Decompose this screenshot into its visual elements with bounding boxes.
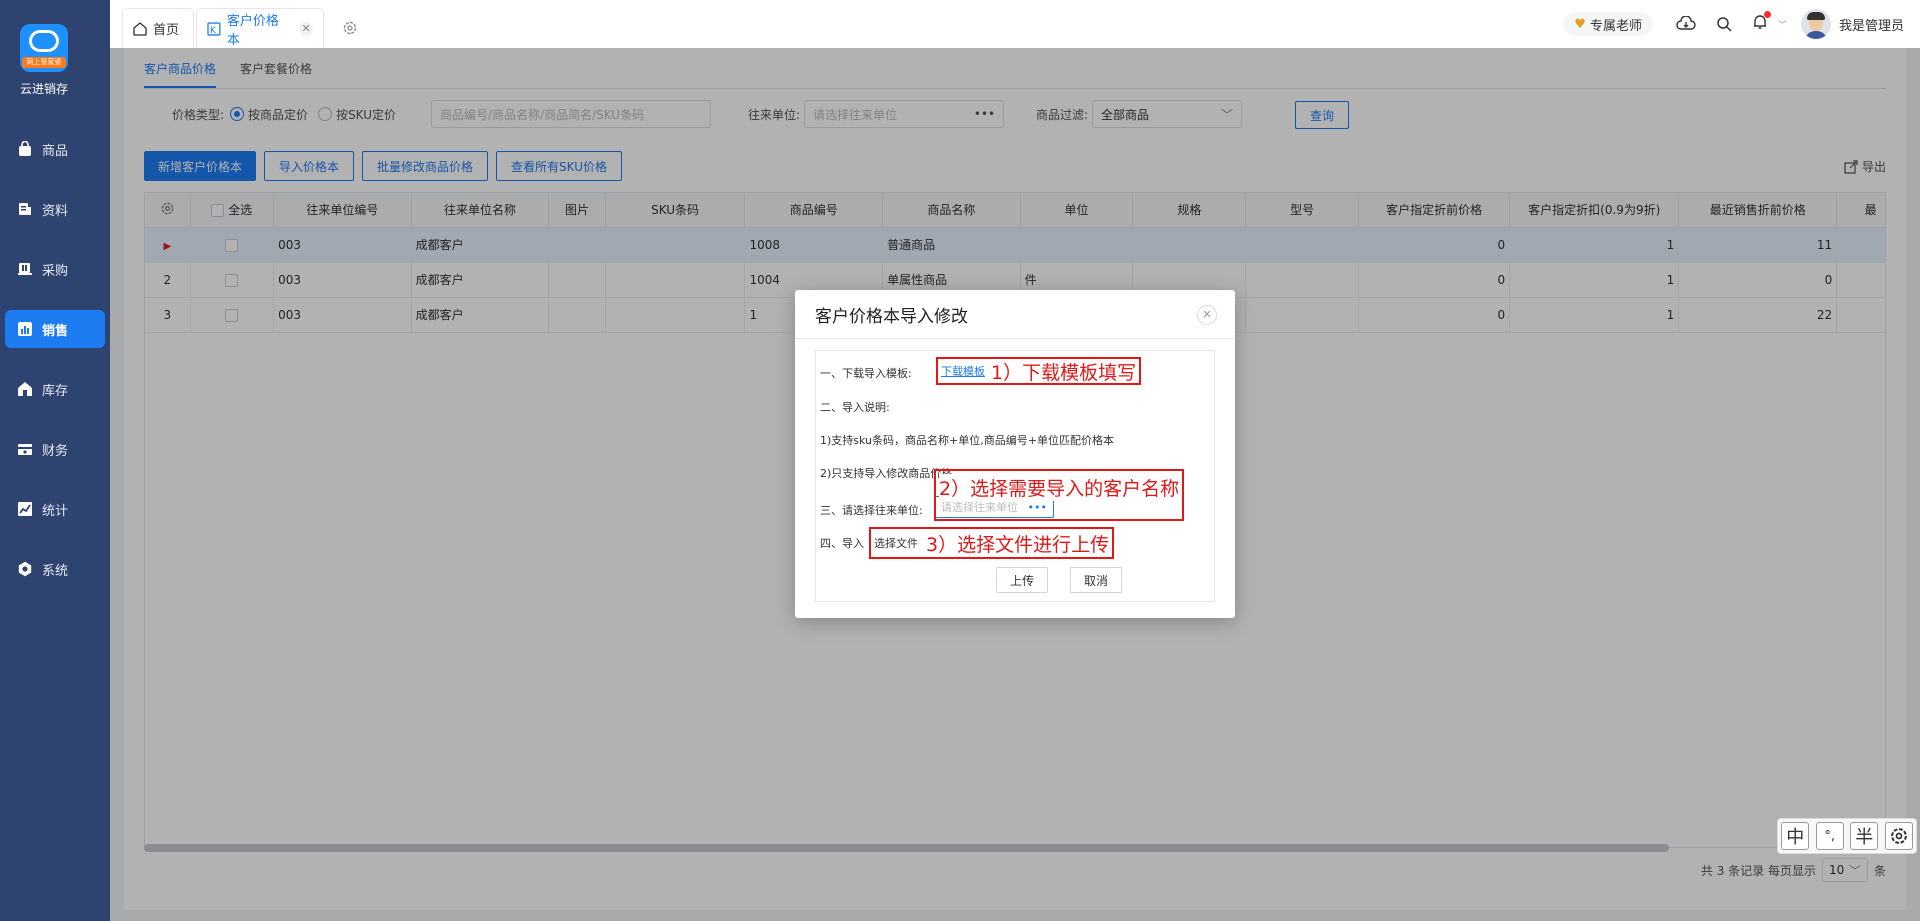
annotation-upload: 选择文件 3）选择文件进行上传 xyxy=(869,527,1115,559)
step-instructions: 二、导入说明: xyxy=(820,401,890,414)
close-icon[interactable]: ✕ xyxy=(299,21,313,36)
chevron-down-icon[interactable]: ﹀ xyxy=(1778,18,1787,31)
gear-icon xyxy=(18,561,32,577)
teacher-label: 专属老师 xyxy=(1589,18,1642,34)
medal-icon: ♥ xyxy=(1574,16,1586,32)
sidebar: 网上管家婆 云进销存 商品 资料 采购 销售 库存 财务 统计 系统 xyxy=(0,0,110,921)
instruction-note-2: 2)只支持导入修改商品价格 xyxy=(820,467,953,480)
sidebar-item-label: 采购 xyxy=(42,263,69,279)
search-icon[interactable] xyxy=(1716,16,1732,32)
home-icon xyxy=(133,21,147,36)
cloud-icon xyxy=(29,30,59,52)
sidebar-item-finance[interactable]: 财务 xyxy=(5,430,105,468)
annotation-text: 3）选择文件进行上传 xyxy=(926,533,1110,556)
step-select-unit: 三、请选择往来单位: xyxy=(820,504,923,517)
svg-text:K: K xyxy=(210,25,216,35)
brand-name: 云进销存 xyxy=(19,82,68,96)
annotation-text: 1）下载模板填写 xyxy=(991,361,1137,384)
gear-icon xyxy=(1890,828,1907,844)
sidebar-item-label: 统计 xyxy=(42,503,69,519)
close-icon[interactable]: ✕ xyxy=(1197,305,1217,325)
ime-settings-gear-icon[interactable] xyxy=(1884,822,1913,850)
topbar-right: ♥ 专属老师 ﹀ 我是管理员 xyxy=(1564,0,1920,48)
sidebar-item-purchase[interactable]: 采购 xyxy=(5,250,105,288)
ime-chinese-toggle[interactable]: 中 xyxy=(1781,822,1810,850)
document-icon xyxy=(19,203,31,215)
annotation-select-customer: 2）选择需要导入的客户名称 xyxy=(934,469,1185,521)
bag-icon xyxy=(19,141,31,156)
sidebar-item-stats[interactable]: 统计 xyxy=(5,490,105,528)
chart-icon xyxy=(18,322,32,336)
cloud-download-icon[interactable] xyxy=(1676,16,1696,32)
step-import: 四、导入 xyxy=(820,537,864,550)
exclusive-teacher-button[interactable]: ♥ 专属老师 xyxy=(1564,12,1652,36)
price-book-icon: K xyxy=(207,21,221,35)
sidebar-item-label: 系统 xyxy=(42,563,69,579)
finance-icon xyxy=(18,444,32,455)
sidebar-item-label: 库存 xyxy=(42,383,69,399)
sidebar-item-sales[interactable]: 销售 xyxy=(5,310,105,348)
notification-dot xyxy=(1763,11,1771,18)
tab-home[interactable]: 首页 xyxy=(122,8,194,48)
sidebar-item-goods[interactable]: 商品 xyxy=(5,130,105,168)
warehouse-icon xyxy=(18,382,32,396)
dialog-body: 一、下载导入模板: 下载模板 1）下载模板填写 二、导入说明: 1)支持sku条… xyxy=(815,350,1215,602)
purchase-icon xyxy=(18,263,32,275)
tab-label: 客户价格本 xyxy=(226,13,279,48)
ime-toolbar: 中 °, 半 xyxy=(1777,818,1917,854)
app-logo[interactable]: 网上管家婆 xyxy=(20,24,68,72)
instruction-note-1: 1)支持sku条码，商品名称+单位,商品编号+单位匹配价格本 xyxy=(820,434,1114,447)
sidebar-item-data[interactable]: 资料 xyxy=(5,190,105,228)
import-dialog: 客户价格本导入修改 ✕ 一、下载导入模板: 下载模板 1）下载模板填写 二、导入… xyxy=(795,290,1235,618)
tab-customer-price-book[interactable]: K 客户价格本 ✕ xyxy=(196,8,324,48)
step-label: 一、下载导入模板: xyxy=(820,367,912,380)
sidebar-item-label: 财务 xyxy=(42,443,69,459)
sidebar-item-system[interactable]: 系统 xyxy=(5,550,105,588)
topbar: 首页 K 客户价格本 ✕ ♥ 专属老师 ﹀ 我是管理员 xyxy=(110,0,1920,48)
annotation-download: 下载模板 1）下载模板填写 xyxy=(936,357,1142,385)
sidebar-item-label: 资料 xyxy=(42,203,69,219)
sidebar-item-label: 销售 xyxy=(42,323,69,339)
dialog-title: 客户价格本导入修改 xyxy=(815,307,968,327)
sidebar-item-inventory[interactable]: 库存 xyxy=(5,370,105,408)
tab-settings-gear-icon[interactable] xyxy=(342,20,358,36)
sidebar-item-label: 商品 xyxy=(42,143,69,159)
avatar[interactable] xyxy=(1800,9,1831,39)
upload-button[interactable]: 上传 xyxy=(996,567,1048,593)
user-name[interactable]: 我是管理员 xyxy=(1839,15,1904,34)
notification-bell[interactable] xyxy=(1752,11,1771,34)
download-template-link[interactable]: 下载模板 xyxy=(941,363,985,379)
annotation-text: 2）选择需要导入的客户名称 xyxy=(939,474,1180,501)
cancel-button[interactable]: 取消 xyxy=(1070,567,1122,593)
step-download: 一、下载导入模板: xyxy=(820,365,912,381)
logo-tag: 网上管家婆 xyxy=(22,57,66,68)
ime-halfwidth-toggle[interactable]: 半 xyxy=(1850,822,1879,850)
stats-icon xyxy=(18,502,32,516)
ime-punctuation-toggle[interactable]: °, xyxy=(1815,822,1844,850)
choose-file-button[interactable]: 选择文件 xyxy=(874,535,918,551)
tab-label: 首页 xyxy=(153,23,180,38)
